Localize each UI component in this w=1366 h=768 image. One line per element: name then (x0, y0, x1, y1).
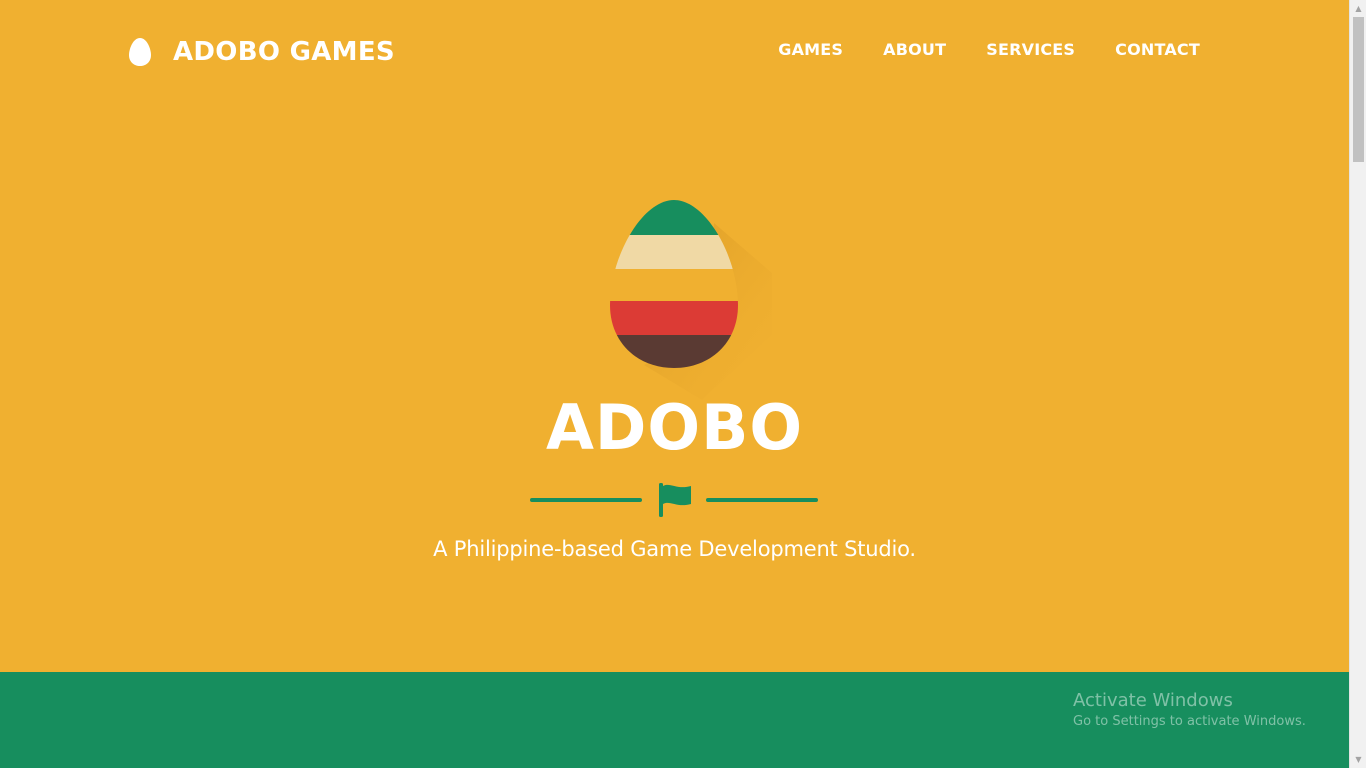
scrollbar-thumb[interactable] (1353, 17, 1364, 162)
page: ADOBO GAMES GAMES ABOUT SERVICES CONTACT (0, 0, 1349, 768)
title-divider (530, 482, 820, 518)
windows-activation-watermark: Activate Windows Go to Settings to activ… (1073, 690, 1306, 729)
divider-line-left (530, 498, 642, 502)
brand-link[interactable]: ADOBO GAMES (128, 36, 395, 68)
hero-title: ADOBO (545, 391, 804, 464)
hero-tagline: A Philippine-based Game Development Stud… (433, 537, 916, 561)
hero-section: ADOBO GAMES GAMES ABOUT SERVICES CONTACT (0, 0, 1349, 672)
scroll-up-arrow-icon[interactable]: ▲ (1350, 0, 1366, 17)
striped-egg-icon (610, 200, 772, 400)
scroll-down-arrow-icon[interactable]: ▼ (1350, 751, 1366, 768)
main-nav: GAMES ABOUT SERVICES CONTACT (778, 40, 1200, 59)
nav-item-games[interactable]: GAMES (778, 40, 843, 59)
watermark-subtitle: Go to Settings to activate Windows. (1073, 714, 1306, 729)
vertical-scrollbar[interactable]: ▲ ▼ (1349, 0, 1366, 768)
brand-name: ADOBO GAMES (173, 37, 395, 67)
flag-icon (659, 483, 691, 517)
watermark-title: Activate Windows (1073, 690, 1233, 711)
divider-line-right (706, 498, 818, 502)
nav-item-about[interactable]: ABOUT (883, 40, 946, 59)
nav-item-services[interactable]: SERVICES (986, 40, 1075, 59)
egg-icon (129, 38, 151, 66)
navbar: ADOBO GAMES GAMES ABOUT SERVICES CONTACT (0, 0, 1349, 100)
nav-item-contact[interactable]: CONTACT (1115, 40, 1200, 59)
